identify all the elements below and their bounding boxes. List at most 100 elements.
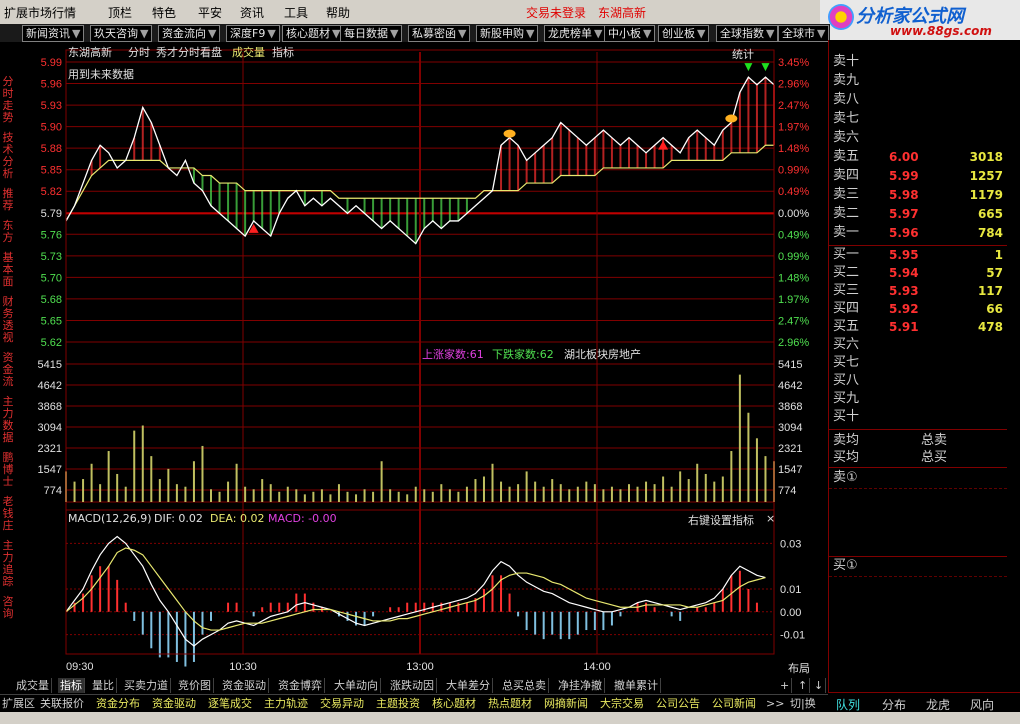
indicator-tab-7[interactable]: 大单动向 [332, 678, 381, 693]
arrow-up-icon[interactable]: ↑ [796, 678, 811, 693]
indicator-tab-9[interactable]: 大单差分 [444, 678, 493, 693]
indicator-tab-3[interactable]: 买卖力道 [122, 678, 171, 693]
top-tab-0[interactable]: 新闻资讯 ▼ [22, 25, 85, 42]
pct-tick-label: 1.48% [778, 272, 809, 284]
stat-button[interactable]: 统计 [732, 46, 754, 62]
more-tabs-button[interactable]: >> [766, 697, 784, 711]
sell-row-3: 卖三 5.98 1179 [833, 187, 1013, 203]
layout-button[interactable]: 布局 [788, 660, 810, 676]
left-nav-item-10[interactable]: 主力追踪 [0, 540, 16, 588]
status-tab-10[interactable]: 网摘新闻 [544, 697, 588, 711]
top-tab-1[interactable]: 玖天咨询 ▼ [90, 25, 153, 42]
volume-tick-label: 4642 [38, 380, 62, 392]
status-tab-0[interactable]: 扩展区 [2, 697, 35, 711]
indicator-close-icon[interactable]: × [766, 512, 775, 525]
menu-item-tools[interactable]: 工具 [284, 4, 308, 21]
indicator-tab-6[interactable]: 资金博弈 [276, 678, 325, 693]
status-tab-12[interactable]: 公司公告 [656, 697, 700, 711]
switch-button[interactable]: 切|换 [790, 697, 816, 711]
intraday-chart-area[interactable]: 5.99 3.45% 5.96 2.96% 5.93 2.47% 5.90 1.97% 5.88… [16, 42, 828, 678]
status-tab-11[interactable]: 大宗交易 [600, 697, 644, 711]
sell-price[interactable]: 5.98 [889, 187, 919, 203]
status-tab-2[interactable]: 资金分布 [96, 697, 140, 711]
left-nav-item-9[interactable]: 老钱庄 [0, 496, 16, 532]
buy-price[interactable]: 5.94 [889, 265, 919, 281]
menu-item-pingan[interactable]: 平安 [198, 4, 222, 21]
indicator-tab-4[interactable]: 竞价图 [176, 678, 214, 693]
sell-row-9: 卖九 [833, 73, 1013, 89]
panel-tab-1[interactable]: 分布 [882, 696, 906, 713]
left-nav-item-7[interactable]: 主力数据 [0, 396, 16, 444]
sell-row-1: 卖一 5.96 784 [833, 225, 1013, 241]
chart-tab-xiucai[interactable]: 秀才分时看盘 [156, 44, 222, 60]
left-nav-item-2[interactable]: 推荐 [0, 188, 16, 212]
left-nav-item-8[interactable]: 鹏博士 [0, 452, 16, 488]
buy-price[interactable]: 5.92 [889, 301, 919, 317]
chart-tab-intraday[interactable]: 分时 [128, 44, 150, 60]
status-tab-3[interactable]: 资金驱动 [152, 697, 196, 711]
top-tab-7[interactable]: 新股申购 ▼ [476, 25, 539, 42]
arrow-down-icon[interactable]: ↓ [812, 678, 827, 693]
indicator-tab-10[interactable]: 总买总卖 [500, 678, 549, 693]
buy-price[interactable]: 5.93 [889, 283, 919, 299]
top-tab-11[interactable]: 全球指数 ▼ [716, 25, 779, 42]
sell-price[interactable]: 5.96 [889, 225, 919, 241]
indicator-tab-5[interactable]: 资金驱动 [220, 678, 269, 693]
panel-tab-3[interactable]: 风向 [970, 696, 994, 713]
left-nav-item-1[interactable]: 技术分析 [0, 132, 16, 180]
indicator-tab-1[interactable]: 指标 [58, 678, 85, 693]
pct-tick-label: 1.48% [778, 143, 809, 155]
panel-tab-2[interactable]: 龙虎 [926, 696, 950, 713]
top-tab-12[interactable]: 全球市 ▼ [778, 25, 830, 42]
sell-price[interactable]: 5.99 [889, 168, 919, 184]
status-tab-9[interactable]: 热点题材 [488, 697, 532, 711]
left-nav-item-4[interactable]: 基本面 [0, 252, 16, 288]
indicator-tab-0[interactable]: 成交量 [14, 678, 52, 693]
indicator-tab-11[interactable]: 净挂净撤 [556, 678, 605, 693]
left-nav-item-5[interactable]: 财务透视 [0, 296, 16, 344]
chevron-down-icon: ▼ [72, 27, 81, 40]
trade-status[interactable]: 交易未登录 [526, 4, 586, 21]
top-tab-3[interactable]: 深度F9 ▼ [226, 25, 280, 42]
top-tab-8[interactable]: 龙虎榜单 ▼ [544, 25, 607, 42]
top-tab-2[interactable]: 资金流向 ▼ [158, 25, 221, 42]
chart-tab-indicator[interactable]: 指标 [272, 44, 294, 60]
indicator-tab-12[interactable]: 撤单累计 [612, 678, 661, 693]
sell-price[interactable]: 6.00 [889, 149, 919, 165]
left-nav-item-11[interactable]: 咨询 [0, 596, 16, 620]
status-tab-1[interactable]: 关联报价 [40, 697, 84, 711]
panel-tab-0[interactable]: 队列 [836, 696, 860, 713]
current-stock-name: 东湖高新 [598, 6, 647, 20]
pct-tick-label: 0.99% [778, 251, 809, 263]
status-tab-8[interactable]: 核心题材 [432, 697, 476, 711]
top-tab-6[interactable]: 私募密函 ▼ [408, 25, 471, 42]
chart-tab-volume[interactable]: 成交量 [232, 44, 265, 60]
buy-price[interactable]: 5.91 [889, 319, 919, 335]
status-tab-13[interactable]: 公司新闻 [712, 697, 756, 711]
buy-price[interactable]: 5.95 [889, 247, 919, 263]
status-tab-5[interactable]: 主力轨迹 [264, 697, 308, 711]
top-tab-10[interactable]: 创业板 ▼ [658, 25, 710, 42]
menu-item-info[interactable]: 资讯 [240, 4, 264, 21]
menu-item-help[interactable]: 帮助 [326, 4, 350, 21]
price-tick-label: 5.62 [41, 337, 62, 349]
sell-price[interactable]: 5.97 [889, 206, 919, 222]
indicator-tabs: 成交量 指标 量比 买卖力道 竞价图 资金驱动 资金博弈 大单动向 涨跌动因 大单差分 总买总卖 净挂… [0, 678, 830, 694]
indicator-tab-2[interactable]: 量比 [90, 678, 117, 693]
add-icon[interactable]: + [778, 678, 793, 693]
left-nav-item-6[interactable]: 资金流 [0, 352, 16, 388]
time-tick-label: 14:00 [583, 661, 611, 673]
top-tab-4[interactable]: 核心题材 ▼ [282, 25, 345, 42]
status-tab-7[interactable]: 主题投资 [376, 697, 420, 711]
status-tab-6[interactable]: 交易异动 [320, 697, 364, 711]
indicator-settings[interactable]: 右键设置指标 [688, 512, 754, 528]
top-tab-9[interactable]: 中小板 ▼ [604, 25, 656, 42]
menu-item-special[interactable]: 特色 [152, 4, 176, 21]
menu-item-toolbar[interactable]: 顶栏 [108, 4, 132, 21]
left-nav-item-0[interactable]: 分时走势 [0, 76, 16, 124]
menu-item-ext-market[interactable]: 扩展市场行情 [4, 4, 76, 21]
top-tab-5[interactable]: 每日数据 ▼ [340, 25, 403, 42]
left-nav-item-3[interactable]: 东方 [0, 220, 16, 244]
indicator-tab-8[interactable]: 涨跌动因 [388, 678, 437, 693]
status-tab-4[interactable]: 逐笔成交 [208, 697, 252, 711]
